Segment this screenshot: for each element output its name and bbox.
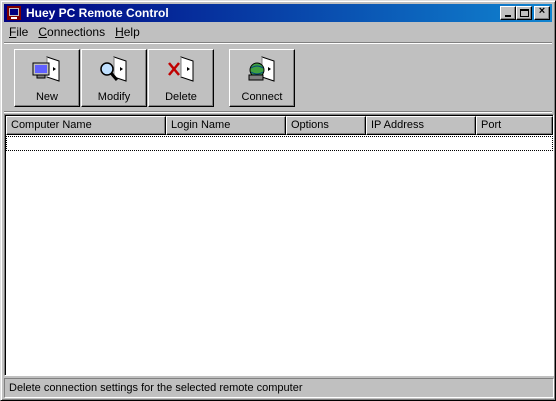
connect-globe-icon [248, 56, 275, 82]
menu-help[interactable]: Help [110, 25, 145, 39]
menu-connections[interactable]: Connections [33, 25, 110, 39]
maximize-button[interactable] [516, 6, 532, 20]
main-window: Huey PC Remote Control × File Connection… [0, 0, 556, 401]
modify-button-label: Modify [97, 91, 131, 103]
column-header-options[interactable]: Options [286, 116, 366, 135]
new-button[interactable]: New [14, 49, 80, 107]
delete-x-icon [168, 56, 194, 82]
column-header-ip-address[interactable]: IP Address [366, 116, 476, 135]
menu-bar: File Connections Help [4, 23, 145, 41]
title-bar[interactable]: Huey PC Remote Control × [4, 4, 552, 22]
column-header-login-name[interactable]: Login Name [166, 116, 286, 135]
close-icon: × [538, 5, 546, 17]
new-button-label: New [35, 91, 58, 103]
focused-empty-row[interactable] [6, 136, 553, 151]
maximize-icon [520, 9, 529, 17]
modify-button[interactable]: Modify [81, 49, 147, 107]
window-title: Huey PC Remote Control [26, 6, 169, 20]
app-icon[interactable] [6, 5, 22, 21]
list-header: Computer Name Login Name Options IP Addr… [6, 116, 553, 135]
column-header-port[interactable]: Port [476, 116, 553, 135]
delete-button-label: Delete [165, 91, 197, 103]
connections-list[interactable]: Computer Name Login Name Options IP Addr… [4, 114, 554, 376]
minimize-button[interactable] [500, 6, 516, 20]
menu-file[interactable]: File [4, 25, 33, 39]
status-bar: Delete connection settings for the selec… [4, 378, 554, 398]
menu-separator [4, 42, 552, 44]
column-header-computer-name[interactable]: Computer Name [6, 116, 166, 135]
delete-button[interactable]: Delete [148, 49, 214, 107]
connect-button-label: Connect [241, 91, 283, 103]
magnifier-icon [100, 56, 127, 82]
minimize-icon [505, 15, 511, 17]
connect-button[interactable]: Connect [229, 49, 295, 107]
toolbar-separator [4, 111, 552, 113]
close-button[interactable]: × [534, 5, 550, 20]
new-computer-icon [32, 56, 60, 82]
